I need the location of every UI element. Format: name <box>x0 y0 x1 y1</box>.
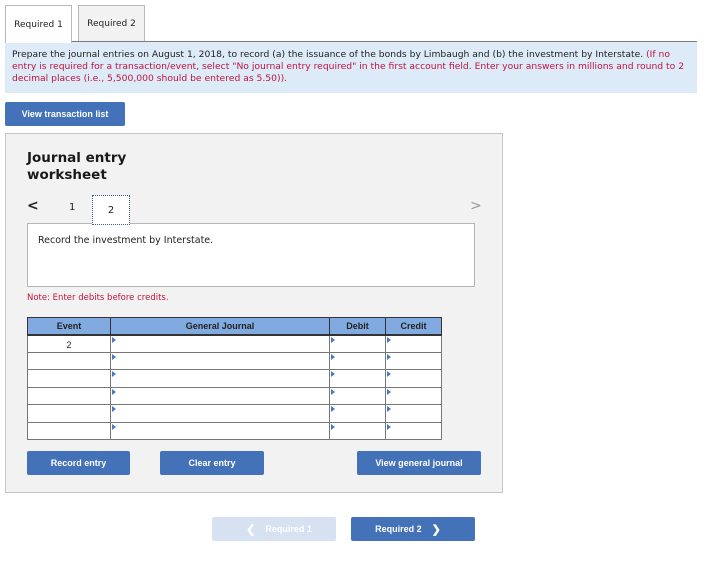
worksheet-page-2[interactable]: 2 <box>92 195 130 225</box>
instructions-text: Prepare the journal entries on August 1,… <box>12 49 644 60</box>
journal-row <box>27 386 442 405</box>
credit-input[interactable] <box>385 404 442 423</box>
journal-table: Event General Journal Debit Credit 2 <box>27 317 442 440</box>
transaction-description: Record the investment by Interstate. <box>27 223 475 287</box>
event-cell <box>27 386 111 405</box>
debit-credit-note: Note: Enter debits before credits. <box>27 293 169 303</box>
dropdown-marker-icon <box>112 336 116 343</box>
dropdown-marker-icon <box>331 406 335 412</box>
dropdown-marker-icon <box>387 423 391 430</box>
prev-required-label: Required 1 <box>265 524 312 534</box>
dropdown-marker-icon <box>331 336 335 343</box>
tab-required-1[interactable]: Required 1 <box>5 5 72 43</box>
dropdown-marker-icon <box>331 423 335 430</box>
account-select[interactable] <box>110 404 330 423</box>
account-select[interactable] <box>110 351 330 370</box>
header-general-journal: General Journal <box>110 317 330 336</box>
worksheet-title-line1: Journal entry <box>27 150 127 166</box>
debit-input[interactable] <box>329 421 386 440</box>
journal-row <box>27 369 442 388</box>
journal-row <box>27 404 442 423</box>
view-transaction-list-button[interactable]: View transaction list <box>5 102 125 126</box>
event-cell: 2 <box>27 334 111 353</box>
tab-bar: Required 1 Required 2 <box>5 5 145 43</box>
dropdown-marker-icon <box>112 406 116 412</box>
event-cell <box>27 351 111 370</box>
event-cell <box>27 369 111 388</box>
chevron-right-icon: ❯ <box>431 523 441 536</box>
account-select[interactable] <box>110 386 330 405</box>
dropdown-marker-icon <box>112 353 116 360</box>
credit-input[interactable] <box>385 386 442 405</box>
journal-header-row: Event General Journal Debit Credit <box>27 317 442 336</box>
debit-input[interactable] <box>329 404 386 423</box>
journal-row <box>27 421 442 440</box>
credit-input[interactable] <box>385 351 442 370</box>
credit-input[interactable] <box>385 334 442 353</box>
clear-entry-button[interactable]: Clear entry <box>160 451 264 475</box>
dropdown-marker-icon <box>331 353 335 360</box>
header-debit: Debit <box>329 317 386 336</box>
header-event: Event <box>27 317 111 336</box>
account-select[interactable] <box>110 421 330 440</box>
credit-input[interactable] <box>385 369 442 388</box>
chevron-left-icon[interactable]: < <box>27 198 39 214</box>
dropdown-marker-icon <box>387 406 391 412</box>
tab-required-2[interactable]: Required 2 <box>78 5 145 42</box>
dropdown-marker-icon <box>387 371 391 377</box>
journal-row: 2 <box>27 334 442 353</box>
record-entry-button[interactable]: Record entry <box>27 451 130 475</box>
chevron-right-icon[interactable]: > <box>470 198 482 214</box>
next-required-label: Required 2 <box>375 524 422 534</box>
header-credit: Credit <box>385 317 442 336</box>
journal-row <box>27 351 442 370</box>
dropdown-marker-icon <box>112 423 116 430</box>
instructions-panel: Prepare the journal entries on August 1,… <box>5 42 697 93</box>
chevron-left-icon: ❮ <box>246 523 256 536</box>
event-cell <box>27 421 111 440</box>
next-required-button[interactable]: Required 2 ❯ <box>351 517 475 541</box>
debit-input[interactable] <box>329 351 386 370</box>
account-select[interactable] <box>110 369 330 388</box>
dropdown-marker-icon <box>112 388 116 395</box>
debit-input[interactable] <box>329 369 386 388</box>
event-cell <box>27 404 111 423</box>
credit-input[interactable] <box>385 421 442 440</box>
debit-input[interactable] <box>329 386 386 405</box>
dropdown-marker-icon <box>387 336 391 343</box>
view-general-journal-button[interactable]: View general journal <box>357 451 481 475</box>
dropdown-marker-icon <box>112 371 116 377</box>
dropdown-marker-icon <box>387 388 391 395</box>
prev-required-button: ❮ Required 1 <box>212 517 336 541</box>
worksheet-page-1[interactable]: 1 <box>69 202 75 213</box>
journal-entry-worksheet: Journal entry worksheet < 1 2 > Record t… <box>5 133 503 493</box>
worksheet-title: Journal entry worksheet <box>27 150 126 184</box>
dropdown-marker-icon <box>331 388 335 395</box>
dropdown-marker-icon <box>387 353 391 360</box>
debit-input[interactable] <box>329 334 386 353</box>
account-select[interactable] <box>110 334 330 353</box>
worksheet-title-line2: worksheet <box>27 167 107 183</box>
dropdown-marker-icon <box>331 371 335 377</box>
